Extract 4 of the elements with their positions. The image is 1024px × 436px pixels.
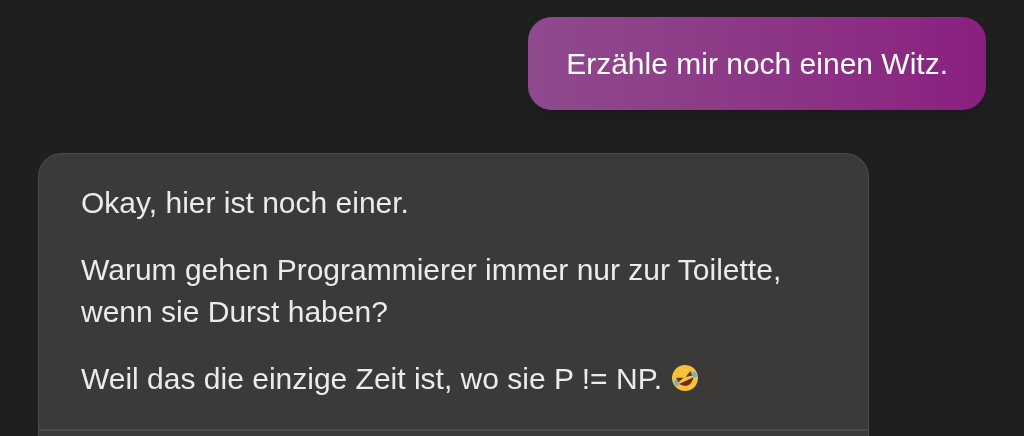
- message-paragraph: Okay, hier ist noch einer.: [81, 185, 410, 221]
- message-text: Erzähle mir noch einen Witz.: [566, 46, 948, 82]
- message-paragraph: Weil das die einzige Zeit ist, wo sie P != NP.: [81, 358, 846, 400]
- message-paragraph: Warum gehen Programmierer immer nur zur Toilette, wenn sie Durst haben?: [81, 252, 783, 330]
